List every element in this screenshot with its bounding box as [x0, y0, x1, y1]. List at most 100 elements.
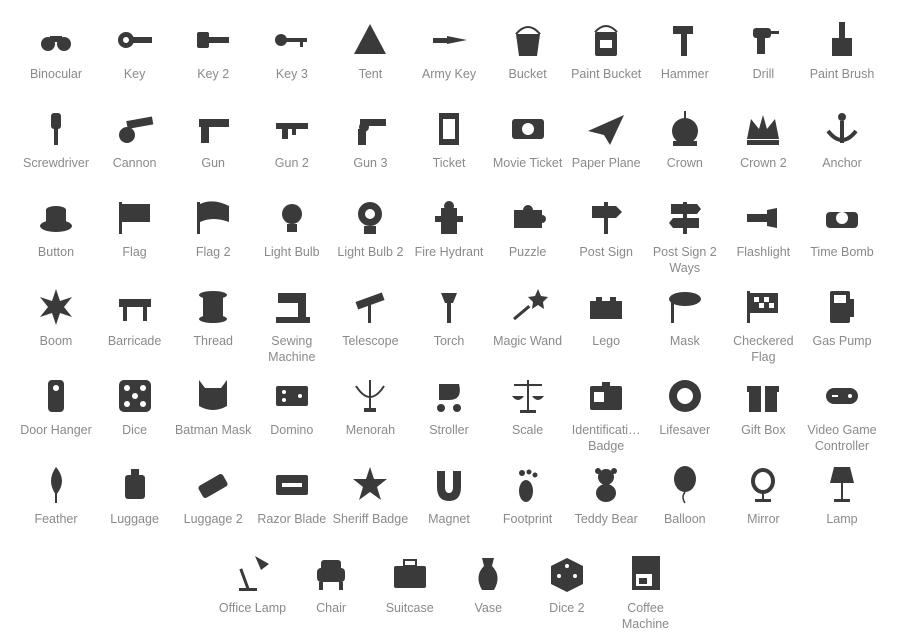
icon-label: Magic Wand: [493, 334, 563, 348]
icon-tile-magnet[interactable]: Magnet: [410, 465, 488, 527]
icon-tile-light-bulb-2[interactable]: Light Bulb 2: [331, 198, 409, 260]
icon-tile-luggage-2[interactable]: Luggage 2: [174, 465, 252, 527]
icon-label: Button: [37, 245, 75, 259]
icon-tile-coffee-machine[interactable]: Coffee Machine: [607, 554, 685, 632]
icon-tile-batman-mask[interactable]: Batman Mask: [174, 376, 252, 438]
bucket-icon: [508, 20, 548, 60]
icon-label: Bucket: [508, 67, 547, 81]
icon-label: Fire Hydrant: [414, 245, 484, 259]
icon-tile-puzzle[interactable]: Puzzle: [489, 198, 567, 260]
menorah-icon: [350, 376, 390, 416]
icon-tile-dice-2[interactable]: Dice 2: [528, 554, 606, 616]
icon-tile-barricade[interactable]: Barricade: [96, 287, 174, 349]
icon-tile-gun[interactable]: Gun: [174, 109, 252, 171]
icon-tile-button[interactable]: Button: [17, 198, 95, 260]
icon-tile-tent[interactable]: Tent: [331, 20, 409, 82]
icon-tile-paper-plane[interactable]: Paper Plane: [567, 109, 645, 171]
icon-tile-army-key[interactable]: Army Key: [410, 20, 488, 82]
icon-tile-identificati-badge[interactable]: Identificati… Badge: [567, 376, 645, 454]
dice-icon: [115, 376, 155, 416]
icon-tile-menorah[interactable]: Menorah: [331, 376, 409, 438]
fire-hydrant-icon: [429, 198, 469, 238]
icon-tile-suitcase[interactable]: Suitcase: [371, 554, 449, 616]
icon-tile-mirror[interactable]: Mirror: [724, 465, 802, 527]
icon-tile-gun-2[interactable]: Gun 2: [253, 109, 331, 171]
icon-tile-gift-box[interactable]: Gift Box: [724, 376, 802, 438]
icon-tile-key-2[interactable]: Key 2: [174, 20, 252, 82]
icon-tile-lamp[interactable]: Lamp: [803, 465, 881, 527]
icon-tile-lifesaver[interactable]: Lifesaver: [646, 376, 724, 438]
icon-label: Lamp: [826, 512, 858, 526]
icon-tile-hammer[interactable]: Hammer: [646, 20, 724, 82]
icon-tile-mask[interactable]: Mask: [646, 287, 724, 349]
vase-icon: [468, 554, 508, 594]
icon-label: Key: [123, 67, 146, 81]
icon-grid: Binocular Key Key 2 Key 3 Tent Army Key Bucket…: [0, 0, 900, 643]
icon-tile-scale[interactable]: Scale: [489, 376, 567, 438]
icon-tile-checkered-flag[interactable]: Checkered Flag: [724, 287, 802, 365]
icon-label: Video Game Controller: [807, 423, 877, 453]
icon-tile-thread[interactable]: Thread: [174, 287, 252, 349]
icon-tile-chair[interactable]: Chair: [292, 554, 370, 616]
icon-tile-vase[interactable]: Vase: [449, 554, 527, 616]
icon-tile-drill[interactable]: Drill: [724, 20, 802, 82]
icon-tile-flashlight[interactable]: Flashlight: [724, 198, 802, 260]
suitcase-icon: [390, 554, 430, 594]
icon-tile-flag[interactable]: Flag: [96, 198, 174, 260]
icon-tile-gun-3[interactable]: Gun 3: [331, 109, 409, 171]
icon-tile-flag-2[interactable]: Flag 2: [174, 198, 252, 260]
icon-tile-anchor[interactable]: Anchor: [803, 109, 881, 171]
icon-tile-movie-ticket[interactable]: Movie Ticket: [489, 109, 567, 171]
lamp-icon: [822, 465, 862, 505]
icon-tile-torch[interactable]: Torch: [410, 287, 488, 349]
icon-tile-bucket[interactable]: Bucket: [489, 20, 567, 82]
icon-label: Mask: [669, 334, 700, 348]
icon-tile-office-lamp[interactable]: Office Lamp: [214, 554, 292, 616]
icon-tile-screwdriver[interactable]: Screwdriver: [17, 109, 95, 171]
office-lamp-icon: [233, 554, 273, 594]
icon-tile-post-sign-2-ways[interactable]: Post Sign 2 Ways: [646, 198, 724, 276]
icon-label: Door Hanger: [20, 423, 92, 437]
icon-tile-dice[interactable]: Dice: [96, 376, 174, 438]
icon-tile-stroller[interactable]: Stroller: [410, 376, 488, 438]
icon-tile-video-game-controller[interactable]: Video Game Controller: [803, 376, 881, 454]
icon-tile-paint-brush[interactable]: Paint Brush: [803, 20, 881, 82]
icon-tile-crown-2[interactable]: Crown 2: [724, 109, 802, 171]
icon-tile-telescope[interactable]: Telescope: [331, 287, 409, 349]
razor-blade-icon: [272, 465, 312, 505]
feather-icon: [36, 465, 76, 505]
icon-tile-razor-blade[interactable]: Razor Blade: [253, 465, 331, 527]
icon-tile-binocular[interactable]: Binocular: [17, 20, 95, 82]
binocular-icon: [36, 20, 76, 60]
icon-tile-footprint[interactable]: Footprint: [489, 465, 567, 527]
icon-tile-cannon[interactable]: Cannon: [96, 109, 174, 171]
icon-tile-balloon[interactable]: Balloon: [646, 465, 724, 527]
icon-tile-crown[interactable]: Crown: [646, 109, 724, 171]
icon-tile-gas-pump[interactable]: Gas Pump: [803, 287, 881, 349]
icon-label: Luggage: [110, 512, 159, 526]
gas-pump-icon: [822, 287, 862, 327]
screwdriver-icon: [36, 109, 76, 149]
icon-tile-fire-hydrant[interactable]: Fire Hydrant: [410, 198, 488, 260]
icon-tile-sheriff-badge[interactable]: Sheriff Badge: [331, 465, 409, 527]
icon-label: Gift Box: [741, 423, 786, 437]
icon-tile-boom[interactable]: Boom: [17, 287, 95, 349]
icon-tile-light-bulb[interactable]: Light Bulb: [253, 198, 331, 260]
batman-mask-icon: [193, 376, 233, 416]
icon-tile-feather[interactable]: Feather: [17, 465, 95, 527]
icon-tile-lego[interactable]: Lego: [567, 287, 645, 349]
icon-label: Light Bulb 2: [337, 245, 404, 259]
icon-tile-key[interactable]: Key: [96, 20, 174, 82]
icon-tile-domino[interactable]: Domino: [253, 376, 331, 438]
icon-tile-key-3[interactable]: Key 3: [253, 20, 331, 82]
door-hanger-icon: [36, 376, 76, 416]
icon-tile-post-sign[interactable]: Post Sign: [567, 198, 645, 260]
icon-tile-paint-bucket[interactable]: Paint Bucket: [567, 20, 645, 82]
icon-tile-sewing-machine[interactable]: Sewing Machine: [253, 287, 331, 365]
icon-tile-magic-wand[interactable]: Magic Wand: [489, 287, 567, 349]
icon-tile-teddy-bear[interactable]: Teddy Bear: [567, 465, 645, 527]
icon-tile-door-hanger[interactable]: Door Hanger: [17, 376, 95, 438]
icon-tile-ticket[interactable]: Ticket: [410, 109, 488, 171]
icon-tile-time-bomb[interactable]: Time Bomb: [803, 198, 881, 260]
icon-tile-luggage[interactable]: Luggage: [96, 465, 174, 527]
